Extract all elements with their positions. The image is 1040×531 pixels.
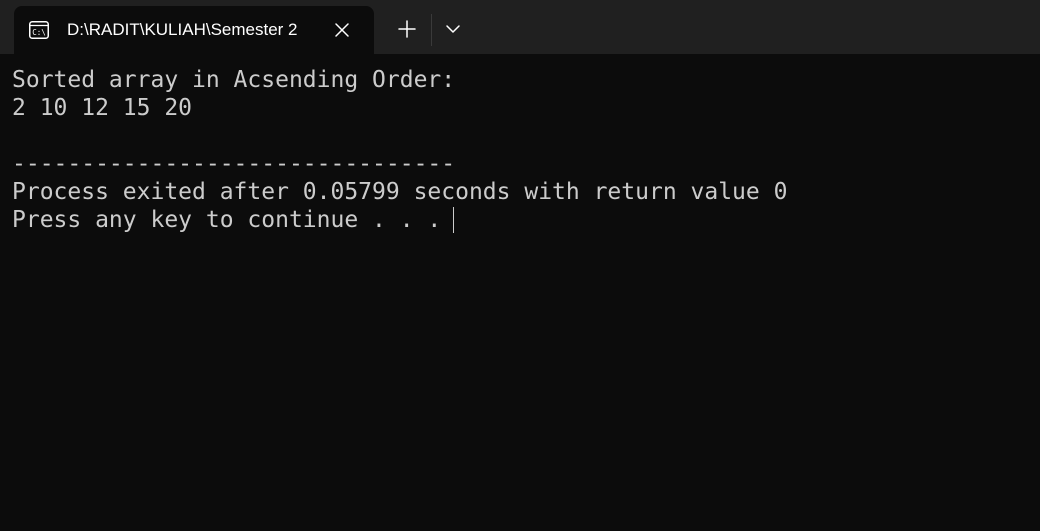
close-icon[interactable] bbox=[332, 20, 352, 40]
console-output[interactable]: Sorted array in Acsending Order: 2 10 12… bbox=[12, 66, 1032, 234]
console-line: -------------------------------- bbox=[12, 151, 456, 177]
terminal-icon: C:\ bbox=[29, 21, 49, 39]
text-cursor bbox=[453, 207, 455, 233]
toolbar-divider bbox=[431, 14, 432, 46]
console-line: Press any key to continue . . . bbox=[12, 207, 442, 233]
console-line: 2 10 12 15 20 bbox=[12, 95, 193, 121]
chevron-down-icon[interactable] bbox=[440, 14, 466, 44]
tab-active[interactable]: C:\ D:\RADIT\KULIAH\Semester 2 bbox=[14, 6, 374, 54]
tab-bar: C:\ D:\RADIT\KULIAH\Semester 2 bbox=[0, 0, 1040, 54]
console-prompt-line: Press any key to continue . . . bbox=[12, 206, 1032, 234]
plus-icon[interactable] bbox=[392, 14, 422, 44]
terminal-window: C:\ D:\RADIT\KULIAH\Semester 2 Sorted ar… bbox=[0, 0, 1040, 531]
tab-title: D:\RADIT\KULIAH\Semester 2 bbox=[67, 20, 298, 39]
console-line: Process exited after 0.05799 seconds wit… bbox=[12, 179, 788, 205]
console-line: Sorted array in Acsending Order: bbox=[12, 67, 456, 93]
terminal-icon-text: C:\ bbox=[32, 28, 46, 37]
